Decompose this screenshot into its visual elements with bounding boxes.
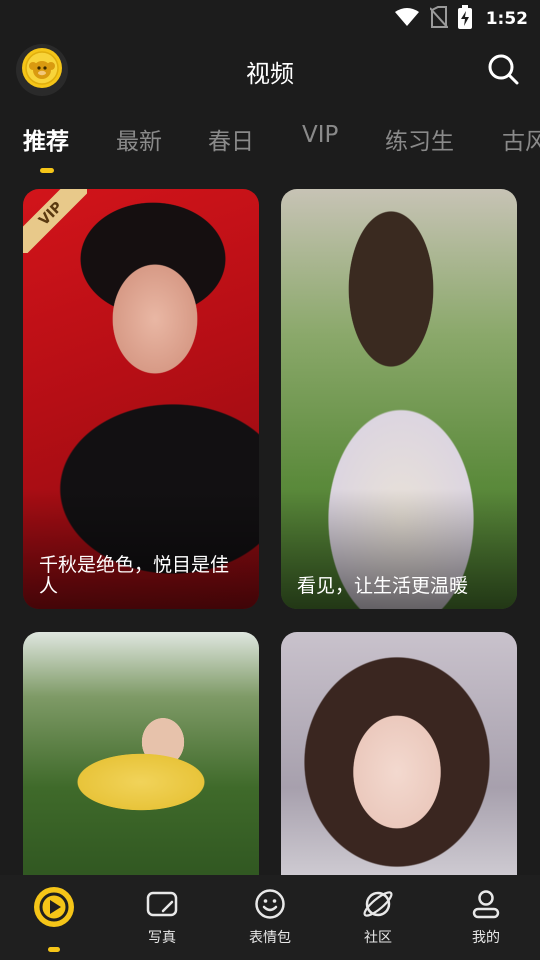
nav-label-community: 社区 xyxy=(364,930,392,946)
search-icon xyxy=(486,54,520,90)
play-circle-icon xyxy=(32,885,76,929)
page-title: 视频 xyxy=(246,60,294,88)
status-icons: 1:52 xyxy=(394,5,528,33)
header: 视频 xyxy=(0,40,540,102)
nav-item-community[interactable]: 社区 xyxy=(324,875,432,960)
planet-icon xyxy=(361,887,395,921)
tab-vip[interactable]: VIP xyxy=(302,122,338,148)
nav-label-photo: 写真 xyxy=(148,930,176,946)
active-nav-indicator xyxy=(48,947,60,952)
video-card[interactable]: VIP 千秋是绝色，悦目是佳人 xyxy=(23,189,259,609)
video-card-caption: 千秋是绝色，悦目是佳人 xyxy=(39,554,230,597)
user-icon xyxy=(469,887,503,921)
vip-badge: VIP xyxy=(23,189,87,253)
status-time: 1:52 xyxy=(485,9,528,29)
video-card[interactable]: 看见，让生活更温暖 xyxy=(281,189,517,609)
nav-label-profile: 我的 xyxy=(472,930,500,946)
tab-latest[interactable]: 最新 xyxy=(116,122,162,156)
video-card[interactable] xyxy=(23,632,259,892)
nav-label-stickers: 表情包 xyxy=(249,930,291,946)
nav-item-video[interactable] xyxy=(0,875,108,960)
vip-badge-label: VIP xyxy=(23,189,87,253)
wifi-icon xyxy=(394,7,420,31)
category-tabs: 推荐 最新 春日 VIP 练习生 古风 xyxy=(0,112,540,176)
tab-trainee[interactable]: 练习生 xyxy=(385,122,454,156)
tab-spring[interactable]: 春日 xyxy=(208,122,254,156)
video-card[interactable] xyxy=(281,632,517,892)
no-sim-icon xyxy=(428,6,449,32)
photo-card-icon xyxy=(145,887,179,921)
smiley-icon xyxy=(253,887,287,921)
search-button[interactable] xyxy=(486,52,520,86)
nav-item-profile[interactable]: 我的 xyxy=(432,875,540,960)
battery-charging-icon xyxy=(457,5,472,33)
tab-recommended[interactable]: 推荐 xyxy=(23,122,69,156)
tab-ancient-style[interactable]: 古风 xyxy=(502,122,540,156)
status-bar: 1:52 xyxy=(0,0,540,38)
nav-item-photo[interactable]: 写真 xyxy=(108,875,216,960)
active-tab-indicator xyxy=(40,168,54,173)
video-card-caption: 看见，让生活更温暖 xyxy=(297,575,469,597)
bottom-nav: 写真 表情包 社区 我的 xyxy=(0,875,540,960)
nav-item-stickers[interactable]: 表情包 xyxy=(216,875,324,960)
